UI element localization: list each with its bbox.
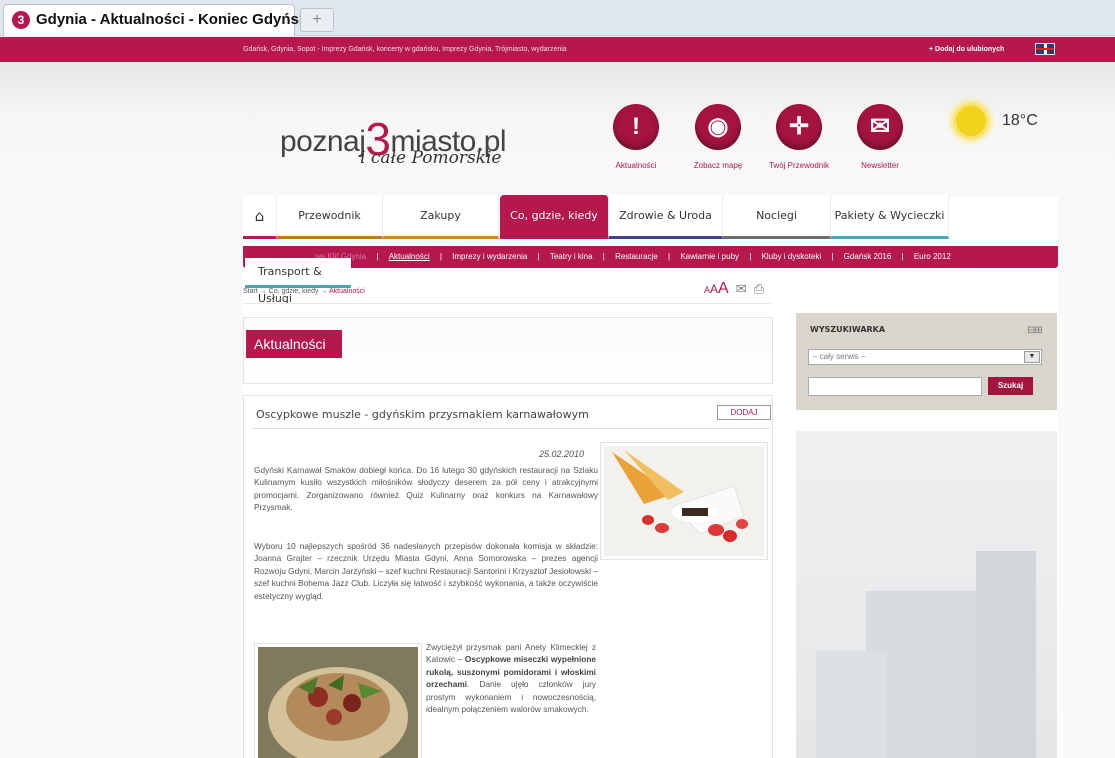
sun-icon <box>956 106 986 136</box>
nav-transport-uslugi[interactable]: Transport & Usługi <box>245 258 351 305</box>
temperature: 18°C <box>1002 112 1038 129</box>
home-icon: ⌂ <box>254 207 265 225</box>
browser-tab[interactable]: 3 Gdynia - Aktualności - Koniec Gdyńsk..… <box>3 4 320 36</box>
newsletter-label: Newsletter <box>861 161 899 170</box>
font-medium-button[interactable]: A <box>710 282 718 296</box>
article-title[interactable]: Oscypkowe muszle - gdyńskim przysmakiem … <box>256 408 589 421</box>
exclamation-icon: ! <box>613 104 659 150</box>
envelope-icon: ✉ <box>857 104 903 150</box>
site-logo[interactable]: poznaj3miasto.pl i całe Pomorskie <box>270 100 510 180</box>
guide-link[interactable]: ✛ Twój Przewodnik <box>759 104 839 170</box>
uk-flag-icon[interactable] <box>1035 43 1055 55</box>
font-large-button[interactable]: A <box>718 280 729 297</box>
subnav-kawiarnie[interactable]: Kawiarnie i puby <box>680 252 739 261</box>
newsletter-link[interactable]: ✉ Newsletter <box>840 104 920 170</box>
add-to-favorites-link[interactable]: + Dodaj do ulubionych <box>929 46 1004 53</box>
nav-noclegi[interactable]: Noclegi <box>723 195 831 239</box>
globe-icon: ◉ <box>695 104 741 150</box>
building-shape <box>976 551 1036 758</box>
add-button[interactable]: DODAJ <box>717 405 771 420</box>
subnav-teatry[interactable]: Teatry i kina <box>550 252 593 261</box>
expand-icon[interactable]: ⊟⊞ <box>1027 325 1043 336</box>
divider <box>252 428 770 429</box>
nav-zdrowie-uroda[interactable]: Zdrowie & Uroda <box>609 195 723 239</box>
sub-nav: we Klif Gdynia | Aktualności | Imprezy i… <box>243 246 1058 268</box>
search-title: WYSZUKIWARKA <box>810 325 886 334</box>
section-title: Aktualności <box>246 330 342 358</box>
subnav-euro2012[interactable]: Euro 2012 <box>914 252 951 261</box>
advert-banner[interactable] <box>796 431 1057 758</box>
subnav-kluby[interactable]: Kluby i dyskoteki <box>762 252 822 261</box>
search-button[interactable]: Szukaj <box>988 377 1033 395</box>
search-widget: WYSZUKIWARKA ⊟⊞ – cały serwis – ▼ Szukaj <box>796 313 1057 410</box>
top-info-bar: Gdańsk, Gdynia, Sopot - Imprezy Gdańsk, … <box>0 37 1115 62</box>
section-header: Aktualności <box>243 317 773 384</box>
search-input[interactable] <box>808 377 982 396</box>
chevron-down-icon: ▼ <box>1024 351 1040 363</box>
article-paragraph: Gdyński Karnawał Smaków dobiegł końca. D… <box>254 465 598 513</box>
article: Oscypkowe muszle - gdyńskim przysmakiem … <box>243 395 773 758</box>
subnav-gdansk2016[interactable]: Gdańsk 2016 <box>844 252 892 261</box>
logo-subtitle: i całe Pomorskie <box>360 148 502 168</box>
dessert-photo <box>600 442 768 560</box>
new-tab-button[interactable]: + <box>300 8 334 32</box>
browser-tab-bar: 3 Gdynia - Aktualności - Koniec Gdyńsk..… <box>0 0 1115 36</box>
article-paragraph: Wyboru 10 najlepszych spośród 36 nadesła… <box>254 541 598 601</box>
map-link[interactable]: ◉ Zobacz mapę <box>678 104 758 170</box>
site-favicon-icon: 3 <box>12 11 30 29</box>
subnav-restauracje[interactable]: Restauracje <box>615 252 658 261</box>
guide-label: Twój Przewodnik <box>768 161 830 170</box>
compass-icon: ✛ <box>776 104 822 150</box>
article-date: 25.02.2010 <box>539 449 585 459</box>
news-link[interactable]: ! Aktualności <box>596 104 676 170</box>
nav-home[interactable]: ⌂ <box>243 195 277 239</box>
news-label: Aktualności <box>615 161 657 170</box>
subnav-aktualnosci[interactable]: Aktualności <box>389 252 430 261</box>
map-label: Zobacz mapę <box>693 161 743 170</box>
building-shape <box>816 651 886 758</box>
nav-przewodnik[interactable]: Przewodnik <box>277 195 383 239</box>
page-tools: AAA ✉ ⎙ <box>704 280 764 298</box>
divider <box>243 303 771 304</box>
print-icon[interactable]: ⎙ <box>754 281 764 296</box>
tab-title: Gdynia - Aktualności - Koniec Gdyńsk... <box>36 11 320 28</box>
topbar-tagline: Gdańsk, Gdynia, Sopot - Imprezy Gdańsk, … <box>243 46 567 53</box>
nav-co-gdzie-kiedy[interactable]: Co, gdzie, kiedy <box>500 195 609 239</box>
subnav-imprezy[interactable]: Imprezy i wydarzenia <box>452 252 527 261</box>
breadcrumb: Start → Co, gdzie, kiedy → Aktualności <box>243 288 365 295</box>
article-paragraph: Zwyciężył przysmak pani Anety Klimeckiej… <box>426 642 596 715</box>
mail-icon[interactable]: ✉ <box>736 281 747 296</box>
search-scope-select[interactable]: – cały serwis – ▼ <box>808 349 1042 365</box>
main-nav: ⌂ Przewodnik Zakupy Co, gdzie, kiedy Zdr… <box>243 195 1058 239</box>
nav-pakiety-wycieczki[interactable]: Pakiety & Wycieczki <box>831 195 949 239</box>
nav-zakupy[interactable]: Zakupy <box>383 195 499 239</box>
food-photo <box>254 643 422 758</box>
